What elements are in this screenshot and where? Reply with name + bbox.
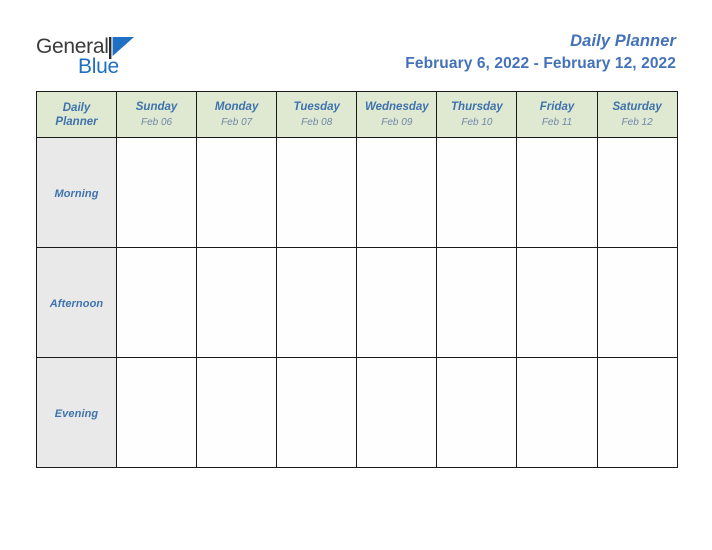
date-range-label: February 6, 2022 - February 12, 2022 — [405, 55, 676, 72]
slot-morning-thursday[interactable] — [436, 137, 518, 248]
day-date: Feb 08 — [301, 116, 333, 128]
row-label-text: Afternoon — [49, 297, 104, 310]
table-header-row: Daily Planner Sunday Feb 06 Monday Feb 0… — [36, 91, 678, 138]
day-name: Thursday — [451, 100, 503, 113]
slot-morning-monday[interactable] — [196, 137, 278, 248]
row-label-text: Evening — [54, 407, 99, 420]
day-date: Feb 06 — [140, 116, 173, 128]
day-date: Feb 12 — [621, 116, 653, 128]
table-corner-header: Daily Planner — [36, 91, 117, 138]
daily-planner-table: Daily Planner Sunday Feb 06 Monday Feb 0… — [36, 91, 678, 468]
brand-name-blue: Blue — [78, 55, 119, 78]
column-header-sunday: Sunday Feb 06 — [115, 91, 198, 138]
slot-evening-tuesday[interactable] — [276, 357, 358, 468]
slot-evening-monday[interactable] — [196, 357, 278, 468]
slot-afternoon-monday[interactable] — [196, 247, 278, 358]
row-label-morning: Morning — [36, 137, 117, 248]
slot-afternoon-tuesday[interactable] — [276, 247, 358, 358]
slot-afternoon-sunday[interactable] — [115, 247, 198, 358]
slot-afternoon-thursday[interactable] — [436, 247, 518, 358]
slot-morning-friday[interactable] — [516, 137, 598, 248]
table-row-morning: Morning — [36, 137, 678, 248]
row-label-evening: Evening — [36, 357, 117, 468]
table-row-evening: Evening — [36, 357, 678, 468]
column-header-wednesday: Wednesday Feb 09 — [356, 91, 438, 138]
slot-morning-sunday[interactable] — [115, 137, 198, 248]
day-name: Saturday — [612, 100, 662, 113]
column-header-friday: Friday Feb 11 — [516, 91, 598, 138]
slot-morning-tuesday[interactable] — [276, 137, 358, 248]
slot-evening-sunday[interactable] — [115, 357, 198, 468]
column-header-tuesday: Tuesday Feb 08 — [276, 91, 358, 138]
slot-evening-friday[interactable] — [516, 357, 598, 468]
day-date: Feb 10 — [461, 116, 493, 128]
day-date: Feb 09 — [381, 116, 413, 128]
document-title-block: Daily Planner February 6, 2022 - Februar… — [405, 31, 676, 74]
slot-evening-thursday[interactable] — [436, 357, 518, 468]
table-row-afternoon: Afternoon — [36, 247, 678, 358]
column-header-thursday: Thursday Feb 10 — [436, 91, 518, 138]
page-title: Daily Planner — [570, 32, 676, 50]
slot-morning-saturday[interactable] — [596, 137, 678, 248]
row-label-text: Morning — [54, 187, 99, 200]
column-header-monday: Monday Feb 07 — [196, 91, 278, 138]
day-name: Sunday — [135, 100, 178, 113]
slot-evening-saturday[interactable] — [596, 357, 678, 468]
slot-afternoon-wednesday[interactable] — [356, 247, 438, 358]
corner-label-line2: Planner — [55, 115, 98, 128]
brand-logo: General Blue — [36, 36, 196, 80]
slot-afternoon-saturday[interactable] — [596, 247, 678, 358]
day-name: Friday — [539, 100, 575, 113]
page-header: General Blue Daily Planner February 6, 2… — [0, 0, 712, 88]
slot-evening-wednesday[interactable] — [356, 357, 438, 468]
corner-label-line1: Daily — [62, 101, 91, 114]
slot-morning-wednesday[interactable] — [356, 137, 438, 248]
row-label-afternoon: Afternoon — [36, 247, 117, 358]
day-name: Wednesday — [364, 100, 429, 113]
day-name: Tuesday — [293, 100, 340, 113]
column-header-saturday: Saturday Feb 12 — [596, 91, 678, 138]
slot-afternoon-friday[interactable] — [516, 247, 598, 358]
day-name: Monday — [214, 100, 259, 113]
day-date: Feb 07 — [221, 116, 253, 128]
day-date: Feb 11 — [541, 116, 573, 128]
